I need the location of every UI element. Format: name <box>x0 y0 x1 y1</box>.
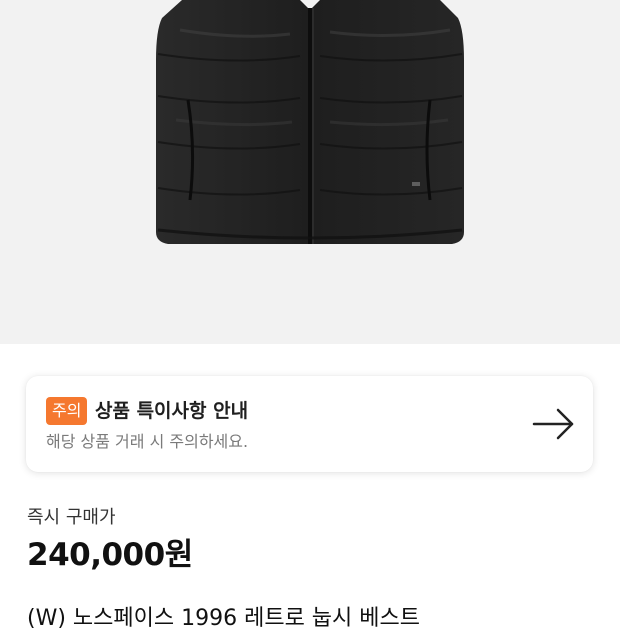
product-image-vest <box>156 0 464 244</box>
notice-title: 상품 특이사항 안내 <box>95 400 249 422</box>
notice-card[interactable]: 주의 상품 특이사항 안내 해당 상품 거래 시 주의하세요. <box>26 376 593 472</box>
warning-badge: 주의 <box>46 397 88 425</box>
product-image-area[interactable] <box>0 0 620 344</box>
arrow-right-icon[interactable] <box>530 406 576 442</box>
notice-subtitle: 해당 상품 거래 시 주의하세요. <box>46 432 249 451</box>
product-title: (W) 노스페이스 1996 레트로 눕시 베스트 <box>27 606 420 631</box>
price-value: 240,000원 <box>27 537 193 573</box>
price-label: 즉시 구매가 <box>27 507 116 528</box>
